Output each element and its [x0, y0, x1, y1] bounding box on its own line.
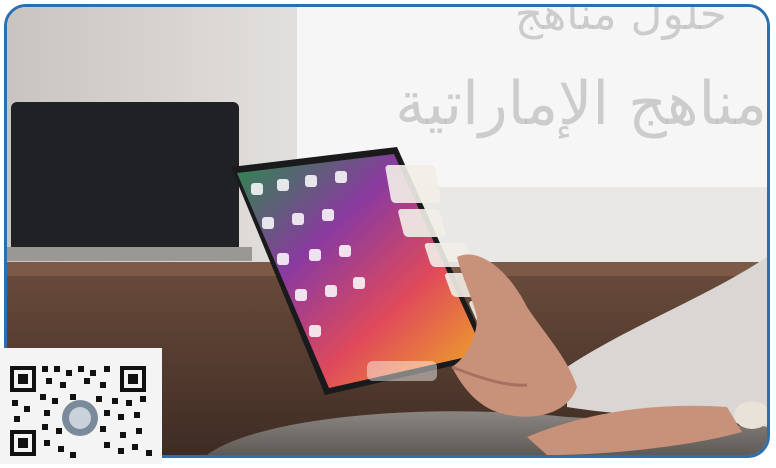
laptop-screen — [11, 102, 239, 252]
watermark-line-1: حلول مناهج — [514, 4, 727, 40]
qr-code-icon[interactable] — [0, 348, 162, 464]
page-frame: حلول مناهج مناهج الإماراتية — [0, 0, 776, 464]
laptop-base — [7, 247, 252, 261]
watermark-line-2: مناهج الإماراتية — [395, 69, 767, 139]
